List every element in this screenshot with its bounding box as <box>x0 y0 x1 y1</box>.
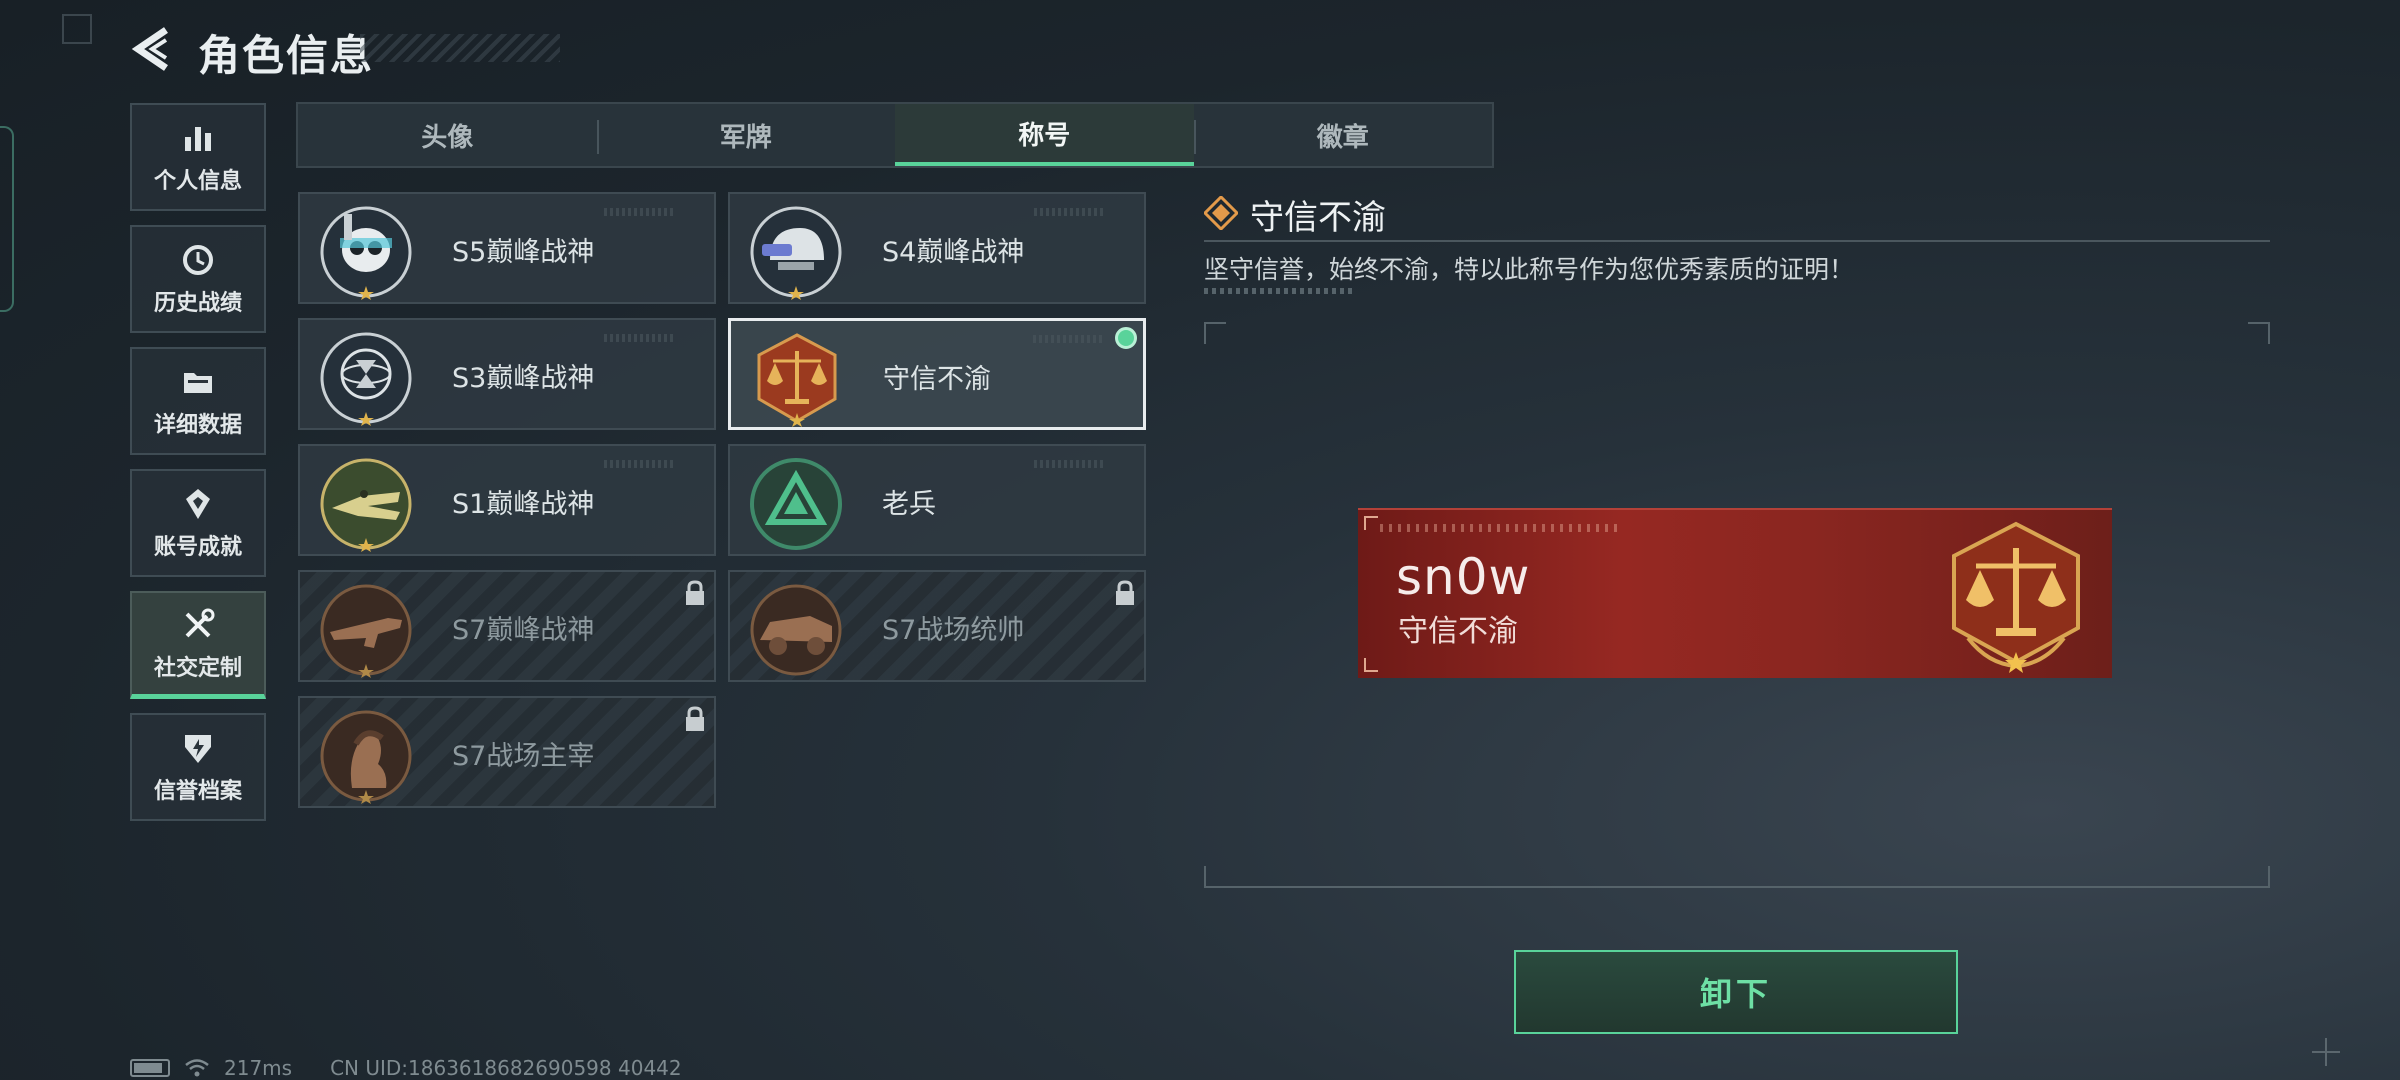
sidebar-item-label: 信誉档案 <box>153 779 242 804</box>
card-decoration <box>1033 335 1103 343</box>
title-name: 老兵 <box>882 489 936 520</box>
title-name: S1巅峰战神 <box>452 489 595 520</box>
lock-icon <box>1116 580 1134 605</box>
lock-icon <box>686 580 704 605</box>
title-preview-banner: sn0w 守信不渝 <box>1358 508 2112 678</box>
folder-icon <box>184 373 212 393</box>
corner-square-icon <box>62 14 92 44</box>
history-clock-icon <box>183 245 213 275</box>
title-card-s7-commander[interactable]: S7战场统帅 <box>728 570 1146 682</box>
sidebar-item-label: 个人信息 <box>153 169 242 194</box>
preview-title-text: 守信不渝 <box>1398 614 1518 649</box>
title-name: S7巅峰战神 <box>452 615 595 646</box>
card-decoration <box>604 208 674 216</box>
title-name: S3巅峰战神 <box>452 363 595 394</box>
title-card-s4[interactable]: S4巅峰战神 <box>728 192 1146 304</box>
card-decoration <box>1034 460 1104 468</box>
unequip-button[interactable]: 卸下 <box>1514 950 1958 1034</box>
title-name: S4巅峰战神 <box>882 237 1025 268</box>
user-uid: CN UID:1863618682690598 40442 <box>330 1056 682 1080</box>
sidebar-item-profile[interactable]: 个人信息 <box>130 103 266 211</box>
title-card-s5[interactable]: S5巅峰战神 <box>298 192 716 304</box>
card-decoration <box>604 334 674 342</box>
sidebar-item-label: 历史战绩 <box>153 291 242 316</box>
detail-title: 守信不渝 <box>1250 198 1386 238</box>
globe-hourglass-emblem-icon <box>320 332 412 426</box>
category-tabs: 头像 军牌 称号 徽章 <box>296 102 1494 168</box>
tab-avatar[interactable]: 头像 <box>298 104 597 166</box>
wifi-icon <box>185 1059 209 1077</box>
crocodile-emblem-icon <box>320 458 412 552</box>
rifle-emblem-icon <box>320 584 412 678</box>
sidebar: 个人信息 历史战绩 详细数据 账号成就 社交定制 信誉档案 <box>130 103 266 835</box>
vehicle-emblem-icon <box>750 584 842 676</box>
tools-icon <box>185 608 215 637</box>
helmet-emblem-icon <box>750 206 842 300</box>
tab-title[interactable]: 称号 <box>895 104 1194 166</box>
title-card-veteran[interactable]: 老兵 <box>728 444 1146 556</box>
scales-emblem-icon <box>1952 521 2080 673</box>
sidebar-item-label: 详细数据 <box>153 413 242 438</box>
sidebar-item-label: 账号成就 <box>153 535 242 560</box>
card-decoration <box>1034 208 1104 216</box>
sidebar-item-details[interactable]: 详细数据 <box>130 347 266 455</box>
card-decoration <box>604 460 674 468</box>
achievement-icon <box>186 489 210 519</box>
title-card-s7-dominator[interactable]: S7战场主宰 <box>298 696 716 808</box>
status-bar: 217ms CN UID:1863618682690598 40442 <box>130 1056 682 1080</box>
sidebar-item-reputation[interactable]: 信誉档案 <box>130 713 266 821</box>
banner-decoration <box>1380 524 1620 532</box>
title-name: 守信不渝 <box>883 364 991 395</box>
soldier-portrait-emblem-icon <box>320 710 412 804</box>
shield-icon <box>185 735 211 763</box>
tab-dogtag[interactable]: 军牌 <box>596 104 896 166</box>
divider <box>1204 240 2270 242</box>
back-arrow-icon[interactable] <box>130 26 176 72</box>
crosshair-icon <box>2312 1038 2340 1066</box>
veteran-triangle-emblem-icon <box>750 458 842 550</box>
sidebar-item-label: 社交定制 <box>153 655 242 681</box>
left-edge-handle[interactable] <box>0 126 14 312</box>
battery-icon <box>130 1059 170 1077</box>
lock-icon <box>686 706 704 731</box>
skull-diver-emblem-icon <box>320 206 412 300</box>
ping-value: 217ms <box>224 1056 293 1080</box>
page-title: 角色信息 <box>198 31 375 80</box>
sidebar-item-social[interactable]: 社交定制 <box>130 591 266 699</box>
header-decoration <box>360 34 560 62</box>
tab-badge[interactable]: 徽章 <box>1193 104 1493 166</box>
title-card-s1[interactable]: S1巅峰战神 <box>298 444 716 556</box>
preview-player-name: sn0w <box>1396 548 1531 606</box>
title-card-integrity[interactable]: 守信不渝 <box>728 318 1146 430</box>
title-name: S5巅峰战神 <box>452 237 595 268</box>
scales-emblem-icon <box>757 333 837 427</box>
sidebar-item-achievements[interactable]: 账号成就 <box>130 469 266 577</box>
detail-description: 坚守信誉，始终不渝，特以此称号作为您优秀素质的证明！ <box>1204 255 1855 284</box>
bar-chart-icon <box>185 127 211 151</box>
equipped-indicator-icon <box>1115 327 1137 349</box>
title-name: S7战场统帅 <box>882 615 1025 646</box>
title-card-s3[interactable]: S3巅峰战神 <box>298 318 716 430</box>
title-card-s7-god[interactable]: S7巅峰战神 <box>298 570 716 682</box>
title-name: S7战场主宰 <box>452 741 595 772</box>
sidebar-item-history[interactable]: 历史战绩 <box>130 225 266 333</box>
diamond-title-icon <box>1204 196 1238 230</box>
description-decoration <box>1204 288 1354 294</box>
